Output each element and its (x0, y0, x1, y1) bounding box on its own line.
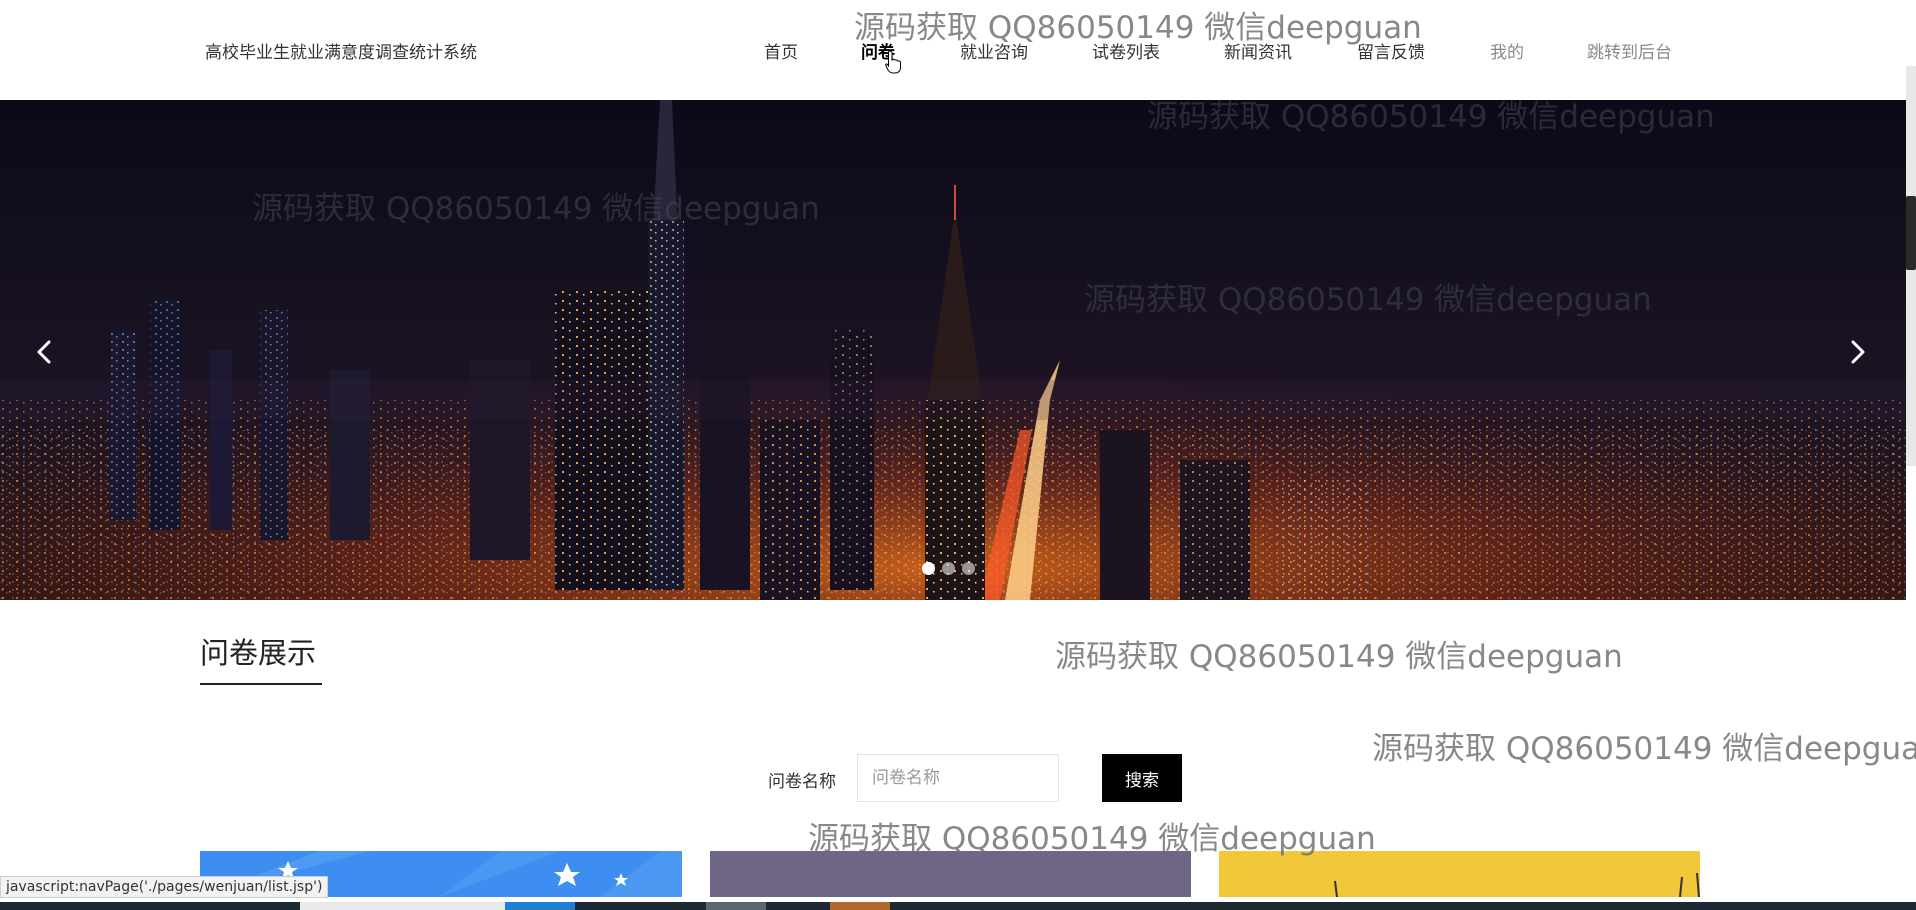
nav-item-employment-consulting[interactable]: 就业咨询 (960, 38, 1028, 63)
nav-item-mine[interactable]: 我的 (1490, 38, 1524, 63)
taskbar-item[interactable] (830, 902, 890, 910)
hand-cursor-icon (885, 50, 901, 74)
questionnaire-card[interactable] (1219, 851, 1700, 897)
taskbar-item[interactable] (300, 902, 505, 910)
nav-item-go-to-admin[interactable]: 跳转到后台 (1587, 38, 1672, 63)
chevron-left-icon (37, 340, 51, 364)
questionnaire-card[interactable] (710, 851, 1191, 897)
carousel-dot-3[interactable] (962, 562, 975, 575)
search-button[interactable]: 搜索 (1102, 754, 1182, 802)
chevron-right-icon (1851, 340, 1865, 364)
nav-item-home[interactable]: 首页 (764, 38, 798, 63)
watermark-text: 源码获取 QQ86050149 微信deepguan (1372, 731, 1916, 767)
carousel-dot-1[interactable] (922, 562, 935, 575)
card-image (1334, 872, 1700, 897)
city-night-image (0, 100, 1906, 600)
nav-item-news[interactable]: 新闻资讯 (1224, 38, 1292, 63)
site-header: 高校毕业生就业满意度调查统计系统 首页 问卷 就业咨询 试卷列表 新闻资讯 留言… (0, 0, 1916, 100)
page-scrollbar-thumb[interactable] (1906, 196, 1916, 270)
nav-item-feedback[interactable]: 留言反馈 (1357, 38, 1425, 63)
search-label: 问卷名称 (768, 772, 836, 792)
taskbar-item[interactable] (505, 902, 575, 910)
carousel-dot-2[interactable] (942, 562, 955, 575)
taskbar-item[interactable] (706, 902, 766, 910)
browser-status-url: javascript:navPage('./pages/wenjuan/list… (0, 876, 329, 898)
questionnaire-name-search-input[interactable] (857, 754, 1059, 802)
main-nav: 首页 问卷 就业咨询 试卷列表 新闻资讯 留言反馈 我的 跳转到后台 (0, 38, 1916, 63)
carousel-prev-button[interactable] (24, 332, 64, 372)
carousel-next-button[interactable] (1838, 332, 1878, 372)
nav-item-exam-list[interactable]: 试卷列表 (1092, 38, 1160, 63)
os-taskbar (0, 902, 1916, 910)
section-title: 问卷展示 (200, 636, 317, 670)
section-title-underline (200, 683, 322, 685)
watermark-text: 源码获取 QQ86050149 微信deepguan (1055, 639, 1623, 675)
hero-carousel[interactable] (0, 100, 1906, 600)
